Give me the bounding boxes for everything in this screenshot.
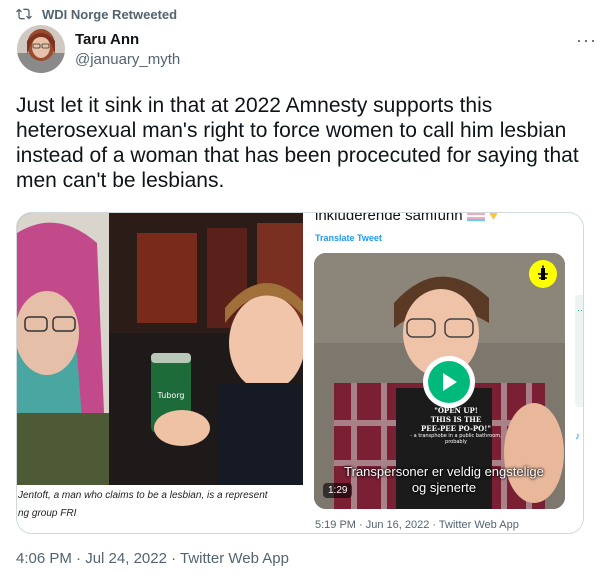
trans-flag-icon xyxy=(466,213,485,222)
retweet-icon xyxy=(16,8,32,20)
retweet-label[interactable]: WDI Norge Retweeted xyxy=(42,7,177,22)
shirt-text: "OPEN UP! THIS IS THE PEE-PEE PO-PO!" - … xyxy=(406,406,506,445)
embed-header-text: inkluderende samfunn xyxy=(315,212,463,224)
avatar-photo xyxy=(17,25,65,73)
more-options-icon[interactable]: ··· xyxy=(576,30,597,51)
translate-tweet-link[interactable]: Translate Tweet xyxy=(315,233,382,243)
timestamp-separator-2: · xyxy=(166,550,181,567)
more-dots-icon[interactable]: ··· xyxy=(577,305,583,315)
tweet-source[interactable]: Twitter Web App xyxy=(180,550,289,567)
embedded-tweet-screenshot[interactable]: inkluderende samfunn ♥ Translate Tweet "… xyxy=(307,213,583,533)
shirt-text-line-3: PEE-PEE PO-PO!" xyxy=(421,424,491,433)
play-icon xyxy=(428,361,470,403)
shirt-small-text: - a transphobe in a public bathroom, pro… xyxy=(410,433,502,445)
heart-icon: ♥ xyxy=(488,212,498,224)
amnesty-logo xyxy=(529,260,557,288)
tweet-timestamp: 4:06 PM · Jul 24, 2022 · Twitter Web App xyxy=(16,550,289,567)
author-handle[interactable]: @january_myth xyxy=(75,51,180,68)
left-photo-image: Tuborg xyxy=(17,213,303,486)
photo-caption-line-2: ng group FRI xyxy=(18,508,77,519)
video-duration: 1:29 xyxy=(323,483,353,498)
avatar[interactable] xyxy=(17,25,65,73)
embed-header: inkluderende samfunn ♥ xyxy=(315,212,498,224)
tweet-text: Just let it sink in that at 2022 Amnesty… xyxy=(16,94,579,192)
shirt-text-line-1: "OPEN UP! xyxy=(434,406,478,415)
left-photo[interactable]: Tuborg Jentoft, a man who claims to be a… xyxy=(17,213,303,533)
media-card[interactable]: Tuborg Jentoft, a man who claims to be a… xyxy=(16,212,584,534)
can-label: Tuborg xyxy=(157,391,185,400)
video-subtitle: Transpersoner er veldig engstelige og sj… xyxy=(344,464,544,495)
timestamp-separator-1: · xyxy=(71,550,86,567)
photo-caption-line-1: Jentoft, a man who claims to be a lesbia… xyxy=(18,490,268,501)
reply-bubble-icon[interactable]: ♪ xyxy=(575,431,583,451)
video-player[interactable]: "OPEN UP! THIS IS THE PEE-PEE PO-PO!" - … xyxy=(314,253,565,509)
play-button[interactable] xyxy=(423,356,475,408)
shirt-text-line-2: THIS IS THE xyxy=(430,415,482,424)
retweet-indicator[interactable]: WDI Norge Retweeted xyxy=(16,6,177,22)
candle-icon xyxy=(538,265,548,280)
tweet-date[interactable]: Jul 24, 2022 xyxy=(85,550,167,567)
author-name[interactable]: Taru Ann xyxy=(75,31,139,48)
tweet-time[interactable]: 4:06 PM xyxy=(16,550,72,567)
embed-timestamp: 5:19 PM · Jun 16, 2022 · Twitter Web App xyxy=(315,519,519,531)
photo-caption: Jentoft, a man who claims to be a lesbia… xyxy=(17,485,303,533)
